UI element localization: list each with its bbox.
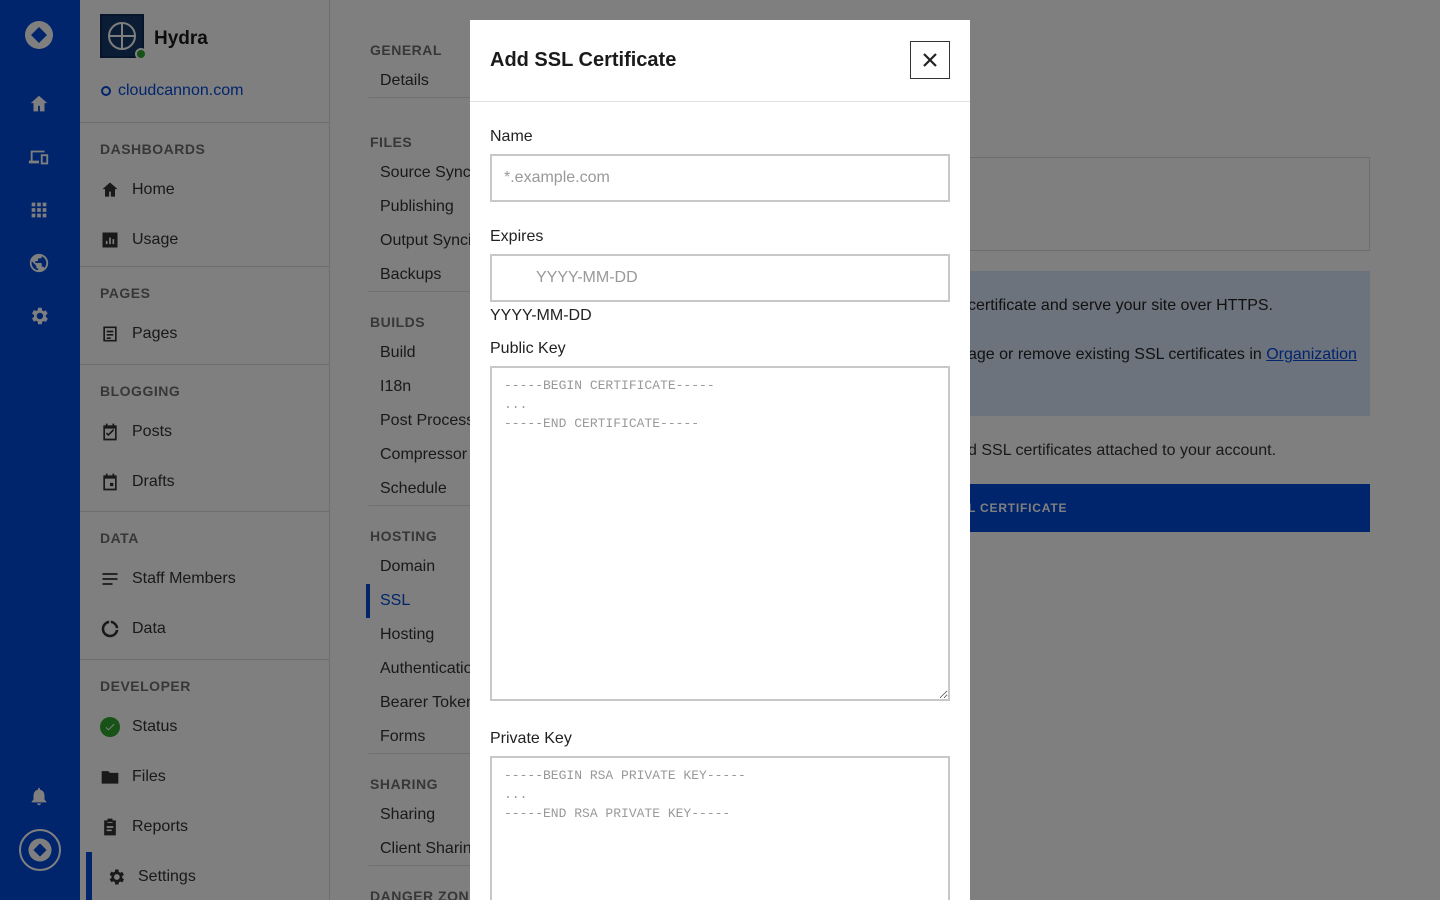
- modal-header: Add SSL Certificate: [470, 20, 970, 102]
- modal-title: Add SSL Certificate: [490, 49, 677, 71]
- public-key-label: Public Key: [490, 340, 566, 357]
- expires-label: Expires: [490, 228, 544, 245]
- expires-format-hint: YYYY-MM-DD: [490, 307, 592, 324]
- expires-input[interactable]: [490, 254, 950, 302]
- name-label: Name: [490, 128, 533, 145]
- name-input[interactable]: [490, 154, 950, 202]
- close-button[interactable]: [910, 41, 950, 79]
- public-key-textarea[interactable]: [490, 366, 950, 701]
- private-key-textarea[interactable]: [490, 756, 950, 900]
- close-icon: [923, 53, 937, 67]
- add-ssl-certificate-modal: Add SSL Certificate Name Expires YYYY-MM…: [470, 20, 970, 900]
- private-key-label: Private Key: [490, 730, 572, 747]
